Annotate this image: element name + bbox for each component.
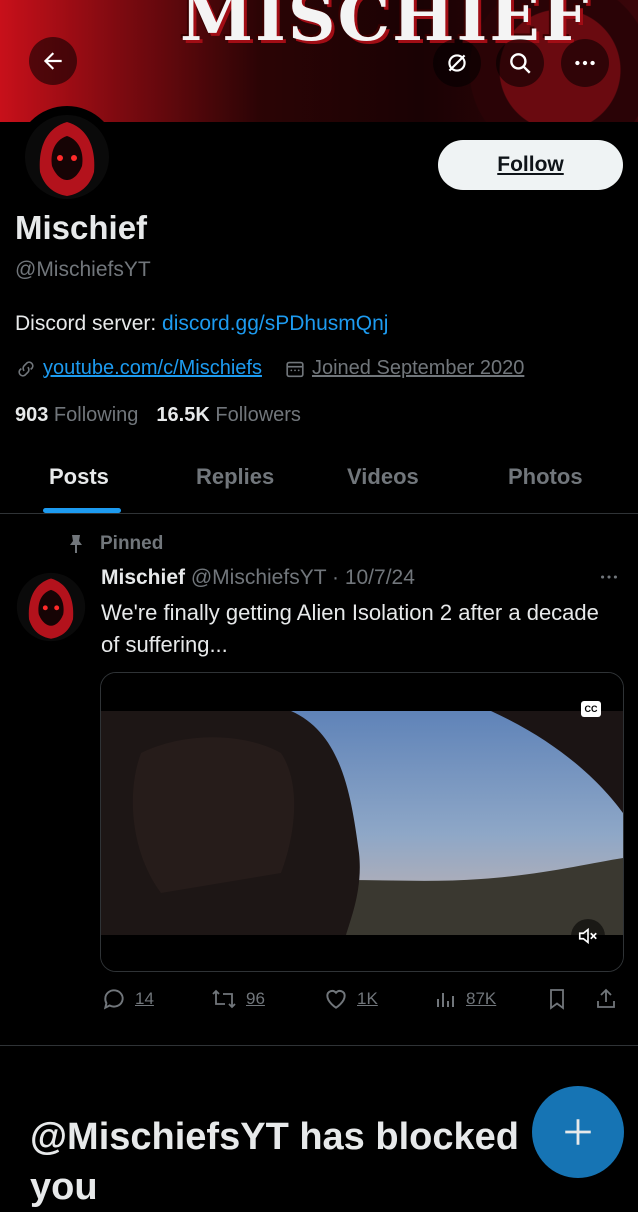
blocked-message: @MischiefsYT has blocked you [30,1116,519,1208]
tab-photos[interactable]: Photos [508,464,583,490]
speaker-muted-icon [578,927,597,945]
like-count: 1K [357,989,378,1008]
profile-meta-row: youtube.com/c/Mischiefs Joined September… [15,357,524,380]
pinned-indicator: Pinned [66,533,163,555]
following-label: Following [48,404,139,426]
post-author-avatar[interactable] [16,572,86,642]
post-video[interactable]: CC [100,672,624,972]
search-icon [510,53,531,74]
profile-avatar[interactable] [16,106,118,208]
post-text: We're finally getting Alien Isolation 2 … [101,600,599,657]
profile-tabs: Posts Replies Videos Photos [0,450,638,514]
followers-count: 16.5K [156,404,210,426]
bio-discord-link[interactable]: discord.gg/sPDhusmQnj [162,312,388,335]
post-handle-date: @MischiefsYT · 10/7/24 [185,566,415,589]
closed-captions-button[interactable]: CC [581,701,601,717]
link-icon [18,360,34,377]
followers-stat[interactable]: 16.5K Followers [156,404,301,427]
followers-label: Followers [209,404,301,426]
share-icon [597,988,615,1008]
more-options-button[interactable] [561,39,609,87]
like-button[interactable]: 1K [323,986,378,1012]
hooded-figure-avatar-icon [25,115,109,199]
profile-bio: Discord server: discord.gg/sPDhusmQnj [15,312,388,336]
repost-count: 96 [246,989,265,1008]
hooded-figure-avatar-icon [16,572,86,642]
analytics-bars-icon [437,993,454,1007]
profile-display-name: Mischief [15,209,148,246]
heart-icon [326,989,346,1009]
sync-off-icon [448,54,466,72]
following-stat[interactable]: 903 Following [15,404,138,427]
back-button[interactable] [29,37,77,85]
more-horizontal-icon [601,575,617,579]
reply-button[interactable]: 14 [101,986,154,1012]
profile-stats-row: 903 Following 16.5K Followers [15,404,301,427]
unmute-button[interactable] [571,919,605,953]
reply-count: 14 [135,989,154,1008]
repost-button[interactable]: 96 [210,986,265,1012]
pinned-label: Pinned [100,533,164,554]
active-tab-indicator [43,508,121,513]
views-button[interactable]: 87K [434,986,496,1012]
tab-videos[interactable]: Videos [347,464,419,490]
profile-handle: @MischiefsYT [15,258,151,281]
notification-toggle-button[interactable] [433,39,481,87]
bookmark-button[interactable] [545,986,569,1012]
compose-post-button[interactable] [532,1086,624,1178]
follow-button[interactable]: Follow [438,140,623,190]
tab-replies[interactable]: Replies [196,464,274,490]
pin-icon [70,535,82,553]
search-button[interactable] [496,39,544,87]
share-button[interactable] [594,986,618,1012]
plus-icon [565,1119,591,1145]
reply-bubble-icon [103,989,124,1010]
following-count: 903 [15,404,49,426]
repost-icon [212,989,236,1009]
post-more-options-button[interactable] [597,566,621,594]
bio-text: Discord server: [15,312,163,335]
joined-date: Joined September 2020 [311,357,525,379]
tab-posts[interactable]: Posts [49,464,109,490]
calendar-icon [286,361,304,377]
website-link[interactable]: youtube.com/c/Mischiefs [43,357,262,380]
video-frame [101,673,623,971]
view-count: 87K [466,989,497,1008]
bookmark-icon [550,989,564,1010]
section-divider [0,1045,638,1046]
more-horizontal-icon [575,60,595,66]
post-header: Mischief @MischiefsYT · 10/7/24 [101,566,415,590]
post-author-name[interactable]: Mischief [101,566,185,589]
arrow-left-icon [43,52,62,70]
